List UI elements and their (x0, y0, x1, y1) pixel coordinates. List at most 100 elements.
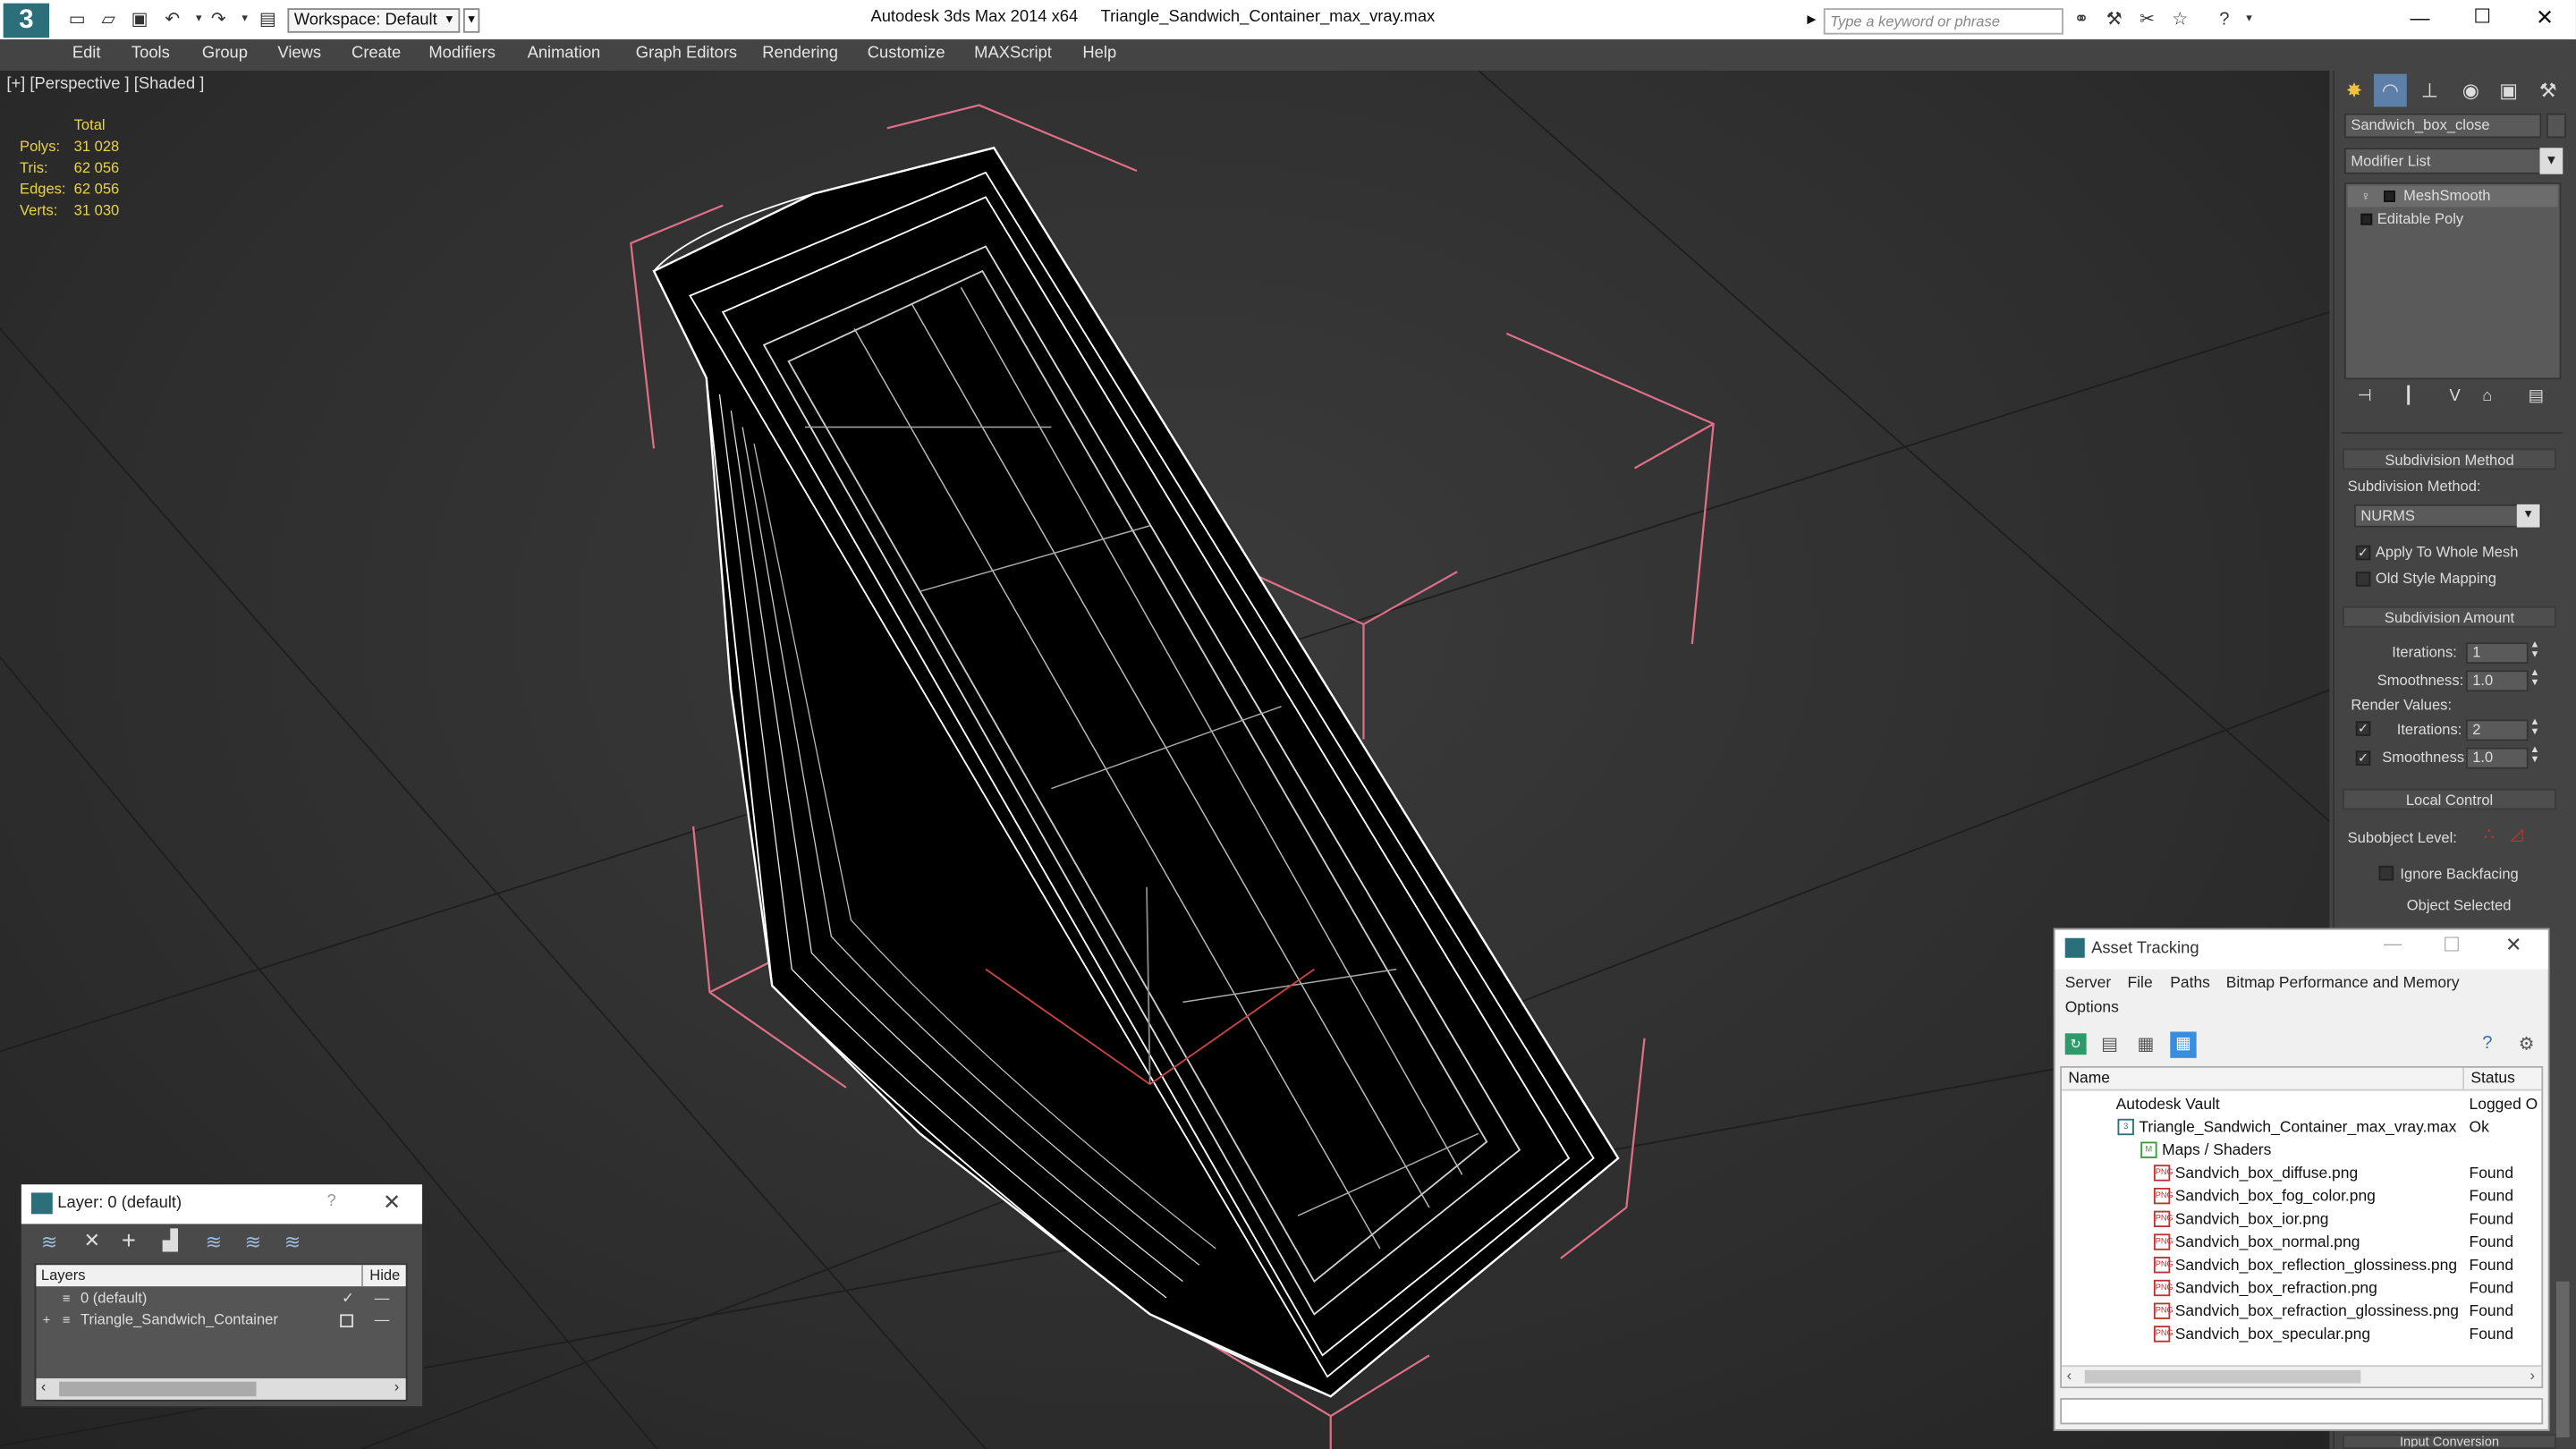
hide-toggle-icon[interactable]: — (375, 1288, 390, 1309)
menu-server[interactable]: Server (2065, 974, 2111, 992)
menu-bitmap-performance[interactable]: Bitmap Performance and Memory (2226, 974, 2460, 992)
menu-help[interactable]: Help (1082, 45, 1116, 63)
asset-row[interactable]: PNG Sandvich_box_ior.png Found (2062, 1209, 2541, 1233)
select-layer-icon[interactable]: ≋ (206, 1231, 222, 1254)
hierarchy-tab-icon[interactable]: ⊥ (2413, 74, 2446, 107)
spinner-arrows-icon[interactable]: ▲ ▼ (2530, 746, 2540, 766)
minimize-button[interactable]: — (2403, 6, 2436, 30)
delete-layer-icon[interactable]: ✕ (84, 1229, 100, 1252)
menu-animation[interactable]: Animation (528, 45, 601, 63)
help-icon[interactable]: ? (2482, 1033, 2492, 1053)
binoculars-icon[interactable]: ⚭ (2070, 10, 2093, 30)
name-column-header[interactable]: Name (2068, 1068, 2110, 1089)
scroll-thumb[interactable] (59, 1381, 257, 1397)
modifier-stack-item-meshsmooth[interactable]: ♀ MeshSmooth (2347, 185, 2558, 208)
workspace-dropdown-icon[interactable]: ▼ (462, 8, 480, 33)
menu-file[interactable]: File (2128, 974, 2153, 992)
open-file-icon[interactable]: ▱ (97, 10, 120, 30)
spinner-arrows-icon[interactable]: ▲ ▼ (2530, 669, 2540, 689)
render-smoothness-checkbox[interactable]: ✓ (2355, 750, 2371, 766)
maximize-button[interactable]: ☐ (2466, 5, 2499, 29)
modifier-list-chevron-icon[interactable]: ▼ (2539, 148, 2563, 174)
render-iterations-spinner[interactable]: 2 (2465, 719, 2529, 741)
asset-row[interactable]: PNG Sandvich_box_refraction_glossiness.pn… (2062, 1301, 2541, 1325)
tree-view-icon[interactable]: ▦ (2138, 1033, 2155, 1055)
menu-options[interactable]: Options (2065, 999, 2119, 1017)
iterations-spinner[interactable]: 1 (2465, 642, 2529, 665)
menu-views[interactable]: Views (277, 45, 321, 63)
modify-tab-icon[interactable]: ◠ (2374, 73, 2407, 107)
menu-edit[interactable]: Edit (72, 45, 101, 63)
expand-icon[interactable] (2384, 191, 2395, 202)
spinner-arrows-icon[interactable]: ▲ ▼ (2530, 640, 2540, 660)
layer-window-close-icon[interactable]: ✕ (383, 1190, 401, 1216)
create-tab-icon[interactable]: ✸ (2338, 74, 2371, 107)
help-dropdown-icon[interactable]: ▾ (2238, 10, 2261, 30)
menu-group[interactable]: Group (202, 45, 248, 63)
asset-row[interactable]: PNG Sandvich_box_refraction.png Found (2062, 1278, 2541, 1301)
undo-icon[interactable]: ↶ (161, 10, 184, 30)
add-layer-icon[interactable]: + (122, 1227, 136, 1255)
asset-row[interactable]: PNG Sandvich_box_fog_color.png Found (2062, 1186, 2541, 1209)
set-current-box-icon[interactable] (340, 1314, 353, 1328)
menu-modifiers[interactable]: Modifiers (428, 45, 496, 63)
maximize-icon[interactable]: ☐ (2443, 933, 2461, 956)
layer-stack-icon[interactable]: ≋ (41, 1231, 57, 1254)
layer-window-titlebar[interactable]: Layer: 0 (default) ? ✕ (21, 1184, 423, 1224)
minimize-icon[interactable]: — (2384, 935, 2402, 954)
asset-row[interactable]: PNG Sandvich_box_normal.png Found (2062, 1233, 2541, 1256)
hide-toggle-icon[interactable]: — (375, 1309, 390, 1331)
search-expand-icon[interactable]: ▶ (1807, 10, 1822, 31)
old-style-mapping-checkbox[interactable] (2355, 572, 2371, 587)
layer-horizontal-scrollbar[interactable]: ‹ › (36, 1377, 406, 1400)
edge-subobject-icon[interactable]: ◿ (2510, 826, 2522, 844)
make-unique-icon[interactable]: V (2450, 387, 2461, 405)
object-color-swatch[interactable] (2546, 113, 2566, 139)
redo-dropdown-icon[interactable]: ▾ (233, 10, 257, 30)
favorites-star-icon[interactable]: ☆ (2168, 10, 2191, 30)
spinner-arrows-icon[interactable]: ▲ ▼ (2530, 718, 2540, 738)
configure-sets-icon[interactable]: ▤ (2529, 387, 2544, 405)
asset-tracking-titlebar[interactable]: Asset Tracking — ☐ ✕ (2055, 929, 2548, 970)
rollout-local-control[interactable]: Local Control (2343, 788, 2556, 810)
rollout-input-conversion[interactable]: Input Conversion (2343, 1434, 2556, 1449)
lightbulb-icon[interactable]: ♀ (2360, 186, 2370, 208)
display-tab-icon[interactable]: ▣ (2492, 74, 2525, 107)
menu-paths[interactable]: Paths (2170, 974, 2210, 992)
refresh-icon[interactable]: ↻ (2064, 1033, 2087, 1055)
search-input[interactable]: Type a keyword or phrase (1823, 8, 2063, 35)
remove-modifier-icon[interactable]: ⌂ (2482, 387, 2492, 405)
ignore-backfacing-checkbox[interactable] (2378, 865, 2394, 881)
render-smoothness-spinner[interactable]: 1.0 (2465, 747, 2529, 769)
scroll-left-icon[interactable]: ‹ (41, 1378, 47, 1394)
communication-icon[interactable]: ✂ (2136, 10, 2159, 30)
menu-create[interactable]: Create (352, 45, 401, 63)
asset-row[interactable]: Autodesk Vault Logged O (2062, 1094, 2541, 1117)
panel-vertical-scrollbar[interactable] (2555, 1281, 2570, 1438)
expand-icon[interactable] (2360, 213, 2373, 225)
asset-row[interactable]: 3 Triangle_Sandwich_Container_max_vray.ma… (2062, 1117, 2541, 1140)
layer-row[interactable]: ≡ 0 (default) ✓ — (36, 1288, 405, 1309)
motion-tab-icon[interactable]: ◉ (2454, 74, 2487, 107)
asset-row[interactable]: PNG Sandvich_box_specular.png Found (2062, 1324, 2541, 1347)
table-view-icon[interactable]: ▦ (2170, 1031, 2197, 1058)
redo-icon[interactable]: ↷ (207, 10, 230, 30)
hide-all-layers-icon[interactable]: ≋ (284, 1231, 301, 1254)
subscription-icon[interactable]: ⚒ (2103, 10, 2126, 30)
rollout-subdivision-method[interactable]: Subdivision Method (2343, 448, 2556, 470)
apply-whole-mesh-checkbox[interactable]: ✓ (2355, 545, 2371, 561)
status-column-header[interactable]: Status (2462, 1067, 2515, 1091)
scroll-right-icon[interactable]: › (394, 1378, 400, 1394)
vertex-subobject-icon[interactable]: ∴ (2484, 826, 2495, 844)
modifier-stack-item-editable-poly[interactable]: Editable Poly (2348, 208, 2558, 230)
current-layer-check-icon[interactable]: ✓ (342, 1288, 354, 1309)
scroll-left-icon[interactable]: ‹ (2067, 1367, 2072, 1383)
subdivision-method-select[interactable]: NURMS (2353, 504, 2542, 528)
layer-window-help-button[interactable]: ? (327, 1192, 336, 1210)
scroll-right-icon[interactable]: › (2530, 1367, 2536, 1383)
workspace-select[interactable]: Workspace: Default ▼ (287, 8, 461, 33)
help-icon[interactable]: ? (2213, 10, 2236, 30)
menu-rendering[interactable]: Rendering (762, 45, 838, 63)
app-logo[interactable]: 3 (3, 3, 50, 38)
expand-icon[interactable]: + (43, 1309, 51, 1331)
